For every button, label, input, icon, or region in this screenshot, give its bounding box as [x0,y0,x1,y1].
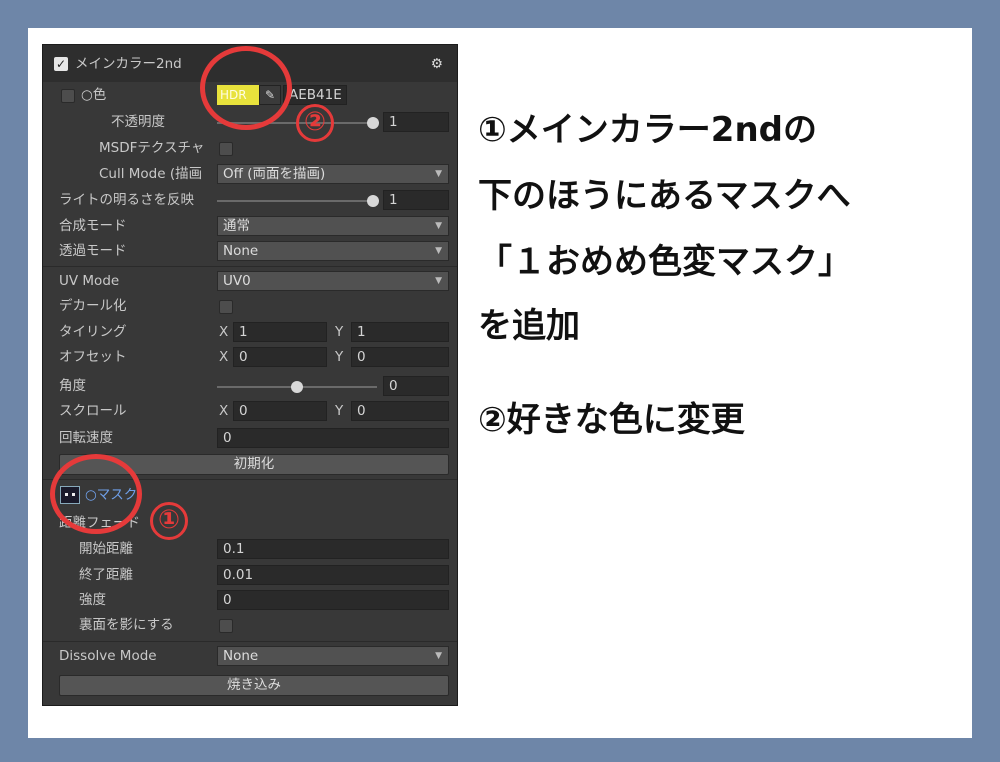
offset-label: オフセット [59,349,127,365]
divider [43,266,457,267]
instruction-line-2: 下のほうにあるマスクへ [478,176,851,216]
opacity-value[interactable]: 1 [383,112,449,132]
highlight-circle-color [200,46,292,130]
decal-label: デカール化 [59,298,127,314]
blend-mode-value: 通常 [223,218,250,234]
tiling-x-label: X [219,324,229,340]
fade-end-label: 終了距離 [79,567,133,583]
dissolve-mode-label: Dissolve Mode [59,648,157,664]
offset-x-field[interactable]: 0 [233,347,327,367]
scroll-x-label: X [219,403,229,419]
scroll-y-field[interactable]: 0 [351,401,449,421]
scroll-label: スクロール [59,403,127,419]
cull-mode-value: Off (両面を描画) [223,166,326,182]
instruction-line-1: ①メインカラー2ndの [478,110,817,150]
bake-button[interactable]: 焼き込み [59,675,449,696]
fade-start-label: 開始距離 [79,541,133,557]
chevron-down-icon: ▼ [435,169,442,179]
chevron-down-icon: ▼ [435,246,442,256]
color-texture-slot[interactable] [61,89,75,103]
tiling-x-field[interactable]: 1 [233,322,327,342]
msdf-label: MSDFテクスチャ [99,140,205,156]
fade-end-field[interactable]: 0.01 [217,565,449,585]
tiling-y-field[interactable]: 1 [351,322,449,342]
highlight-circle-mask [50,454,142,534]
angle-label: 角度 [59,378,86,394]
light-slider-track[interactable] [217,200,377,202]
divider [43,641,457,642]
step-badge-1: ① [150,502,188,540]
section-title: メインカラー2nd [75,56,182,72]
offset-x-label: X [219,349,229,365]
chevron-down-icon: ▼ [435,221,442,231]
cull-mode-label: Cull Mode (描画 [99,166,203,182]
hex-color-field[interactable]: AEB41E [283,85,347,105]
rotation-label: 回転速度 [59,430,113,446]
enable-checkbox[interactable]: ✓ [54,57,68,71]
light-value[interactable]: 1 [383,190,449,210]
material-inspector-panel: ✓ メインカラー2nd ⚙ ○色 HDR ✎ AEB41E 不透明度 1 MSD… [42,44,458,706]
dissolve-mode-dropdown[interactable]: None ▼ [217,646,449,666]
angle-slider-thumb[interactable] [291,381,303,393]
blend-mode-dropdown[interactable]: 通常 ▼ [217,216,449,236]
strength-field[interactable]: 0 [217,590,449,610]
instruction-line-3: 「１おめめ色変マスク」 [478,242,852,282]
offset-y-field[interactable]: 0 [351,347,449,367]
tiling-y-label: Y [335,324,344,340]
color-label: ○色 [81,87,107,103]
backface-label: 裏面を影にする [79,617,174,633]
uv-mode-label: UV Mode [59,273,120,289]
transparency-dropdown[interactable]: None ▼ [217,241,449,261]
fade-start-field[interactable]: 0.1 [217,539,449,559]
opacity-label: 不透明度 [111,114,165,130]
backface-checkbox[interactable] [219,619,233,633]
step-badge-2: ② [296,104,334,142]
chevron-down-icon: ▼ [435,651,442,661]
instruction-line-4: を追加 [478,306,580,346]
decal-checkbox[interactable] [219,300,233,314]
rotation-field[interactable]: 0 [217,428,449,448]
opacity-slider-thumb[interactable] [367,117,379,129]
blend-mode-label: 合成モード [59,218,127,234]
gear-icon[interactable]: ⚙ [431,54,443,74]
scroll-y-label: Y [335,403,344,419]
light-label: ライトの明るさを反映 [59,192,194,208]
angle-value[interactable]: 0 [383,376,449,396]
strength-label: 強度 [79,592,106,608]
uv-mode-dropdown[interactable]: UV0 ▼ [217,271,449,291]
offset-y-label: Y [335,349,344,365]
transparency-value: None [223,243,259,259]
dissolve-mode-value: None [223,648,259,664]
cull-mode-dropdown[interactable]: Off (両面を描画) ▼ [217,164,449,184]
light-slider-thumb[interactable] [367,195,379,207]
chevron-down-icon: ▼ [435,276,442,286]
msdf-checkbox[interactable] [219,142,233,156]
transparency-label: 透過モード [59,243,127,259]
instruction-line-5: ②好きな色に変更 [478,400,745,440]
uv-mode-value: UV0 [223,273,251,289]
tiling-label: タイリング [59,324,127,340]
scroll-x-field[interactable]: 0 [233,401,327,421]
